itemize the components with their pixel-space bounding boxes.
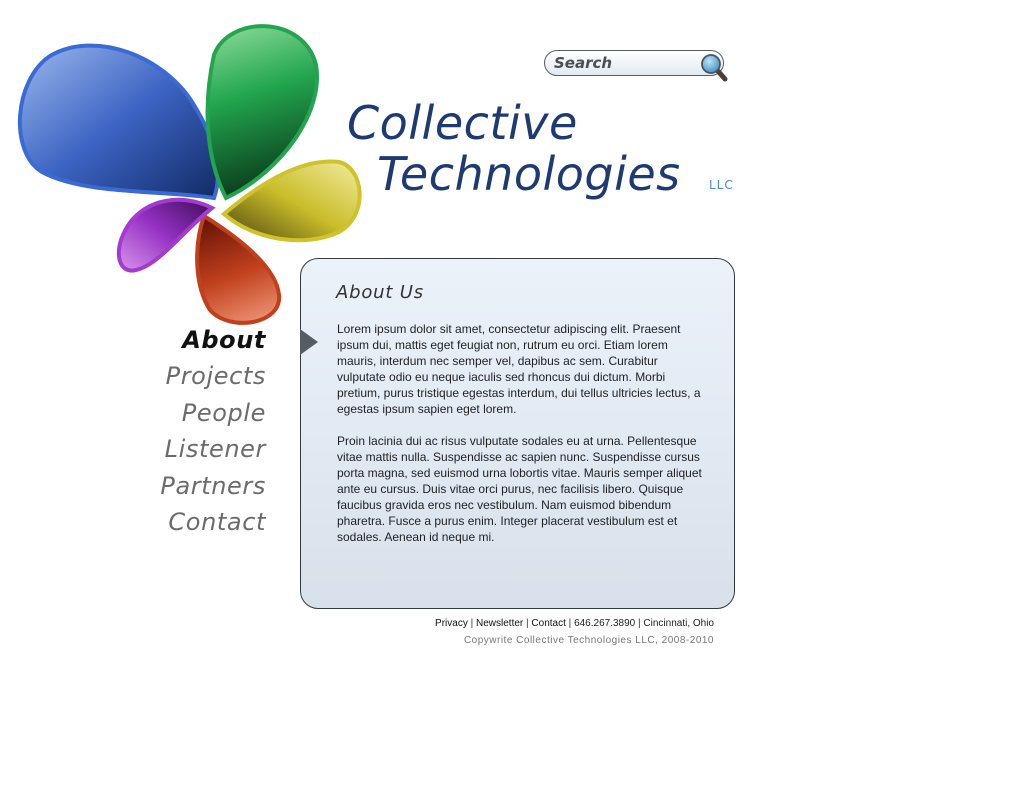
- nav-item-about[interactable]: About: [100, 322, 266, 358]
- logo-petal-blue: [17, 43, 220, 201]
- footer-location: Cincinnati, Ohio: [643, 618, 714, 629]
- footer-separator: |: [568, 618, 572, 629]
- content-paragraph: Lorem ipsum dolor sit amet, consectetur …: [337, 322, 701, 416]
- nav-item-listener[interactable]: Listener: [100, 431, 266, 467]
- footer-phone: 646.267.3890: [574, 618, 636, 629]
- nav-item-partners[interactable]: Partners: [100, 468, 266, 504]
- search-input[interactable]: [554, 53, 694, 73]
- footer-link-privacy[interactable]: Privacy: [435, 618, 468, 629]
- nav-item-people[interactable]: People: [100, 395, 266, 431]
- footer: Privacy | Newsletter | Contact | 646.267…: [380, 617, 714, 647]
- nav-item-projects[interactable]: Projects: [100, 358, 266, 394]
- brand-suffix: LLC: [709, 178, 734, 192]
- footer-link-contact[interactable]: Contact: [531, 618, 565, 629]
- active-nav-arrow-icon: [300, 329, 318, 355]
- content-body: Lorem ipsum dolor sit amet, consectetur …: [337, 321, 709, 561]
- footer-links: Privacy | Newsletter | Contact | 646.267…: [380, 617, 714, 630]
- footer-separator: |: [526, 618, 529, 629]
- brand-name-line1: Collective: [347, 96, 578, 150]
- page-title: About Us: [336, 282, 424, 303]
- content-paragraph: Proin lacinia dui ac risus vulputate sod…: [337, 434, 702, 544]
- main-nav: About Projects People Listener Partners …: [100, 322, 266, 540]
- footer-link-newsletter[interactable]: Newsletter: [476, 618, 523, 629]
- footer-separator: |: [470, 618, 474, 629]
- copyright-text: Copywrite Collective Technologies LLC, 2…: [463, 635, 714, 646]
- search-icon[interactable]: [698, 53, 730, 83]
- footer-separator: |: [638, 618, 641, 629]
- nav-item-contact[interactable]: Contact: [100, 504, 266, 540]
- brand-name-line2: Technologies: [377, 147, 681, 201]
- search-box: [544, 50, 724, 76]
